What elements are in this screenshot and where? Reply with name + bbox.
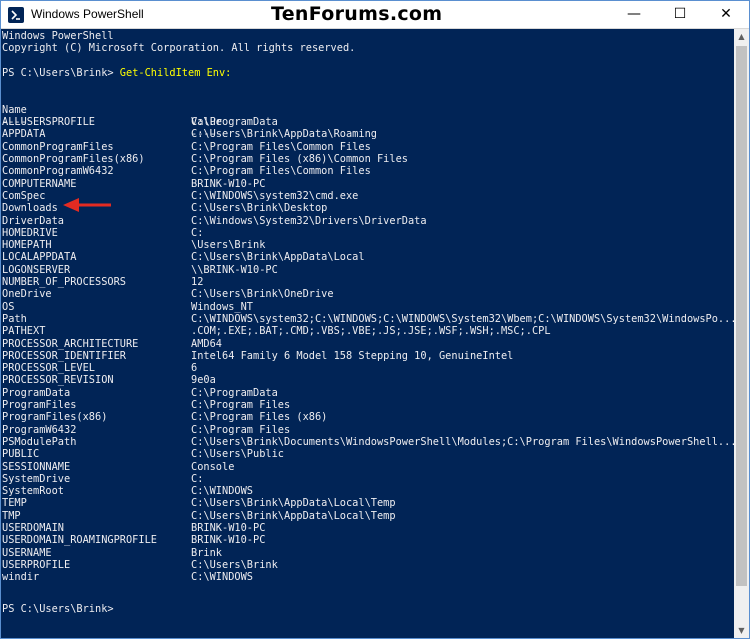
env-value: C:\Users\Public: [191, 448, 284, 461]
command-line: PS C:\Users\Brink> Get-ChildItem Env:: [2, 67, 231, 79]
close-button[interactable]: ✕: [703, 1, 749, 28]
env-name: CommonProgramW6432: [2, 165, 114, 178]
env-name: PATHEXT: [2, 325, 46, 338]
env-value: BRINK-W10-PC: [191, 177, 266, 190]
env-value: Windows_NT: [191, 300, 253, 313]
env-name: APPDATA: [2, 128, 46, 141]
env-value: C:: [191, 472, 204, 485]
maximize-button[interactable]: ☐: [657, 1, 703, 28]
env-value: C:\Users\Brink\AppData\Local: [191, 251, 365, 264]
env-value: C:\WINDOWS: [191, 485, 253, 498]
scroll-down-icon[interactable]: ▼: [734, 623, 749, 638]
env-name: ALLUSERSPROFILE: [2, 116, 95, 129]
powershell-window: Windows PowerShell TenForums.com — ☐ ✕ W…: [0, 0, 750, 639]
env-name: PROCESSOR_LEVEL: [2, 362, 95, 375]
watermark-logo: TenForums.com: [271, 3, 443, 25]
env-name: PSModulePath: [2, 435, 77, 448]
env-name: TEMP: [2, 497, 27, 510]
title-bar[interactable]: Windows PowerShell TenForums.com — ☐ ✕: [1, 1, 749, 29]
env-value: C:\WINDOWS: [191, 571, 253, 584]
env-name: HOMEDRIVE: [2, 226, 58, 239]
env-value: 6: [191, 362, 198, 375]
env-value: Intel64 Family 6 Model 158 Stepping 10, …: [191, 349, 514, 362]
minimize-button[interactable]: —: [611, 1, 657, 28]
env-name: PROCESSOR_REVISION: [2, 374, 114, 387]
console-output[interactable]: Windows PowerShell Copyright (C) Microso…: [2, 29, 734, 637]
env-value: BRINK-W10-PC: [191, 522, 266, 534]
env-value: C:\Users\Brink: [191, 558, 278, 571]
env-name: SystemDrive: [2, 472, 71, 485]
env-value: 12: [191, 276, 204, 288]
env-value: C:\Users\Brink\Documents\WindowsPowerShe…: [191, 435, 734, 448]
env-value: C:\Users\Brink\AppData\Local\Temp: [191, 509, 396, 522]
env-name: DriverData: [2, 214, 64, 227]
window-title: Windows PowerShell: [31, 7, 144, 21]
env-value: C:\Users\Brink\OneDrive: [191, 288, 334, 301]
env-value: C:\Program Files (x86): [191, 411, 328, 424]
env-value: C:\WINDOWS\system32\cmd.exe: [191, 189, 359, 202]
env-value: \Users\Brink: [191, 239, 266, 252]
column-header-row: Name Value: [2, 92, 222, 128]
env-value: AMD64: [191, 337, 222, 350]
env-value: C:\ProgramData: [191, 386, 278, 399]
env-name: USERDOMAIN: [2, 522, 64, 534]
env-name: COMPUTERNAME: [2, 177, 77, 190]
env-name: ProgramData: [2, 386, 71, 399]
console-header-line: Copyright (C) Microsoft Corporation. All…: [2, 42, 356, 55]
env-value: C:\Program Files\Common Files: [191, 140, 371, 153]
env-name: OS: [2, 300, 15, 313]
env-value: \\BRINK-W10-PC: [191, 263, 278, 276]
env-name: USERDOMAIN_ROAMINGPROFILE: [2, 534, 157, 547]
env-name: LOCALAPPDATA: [2, 251, 77, 264]
env-value: Console: [191, 460, 235, 473]
powershell-icon[interactable]: [8, 7, 24, 23]
env-name: windir: [2, 571, 40, 584]
console-header-line: Windows PowerShell: [2, 30, 114, 42]
env-value: C:\Program Files: [191, 423, 291, 436]
env-value: C:\Users\Brink\Desktop: [191, 202, 328, 215]
env-value: C:\WINDOWS\system32;C:\WINDOWS;C:\WINDOW…: [191, 312, 734, 325]
env-value: C:\Users\Brink\AppData\Roaming: [191, 128, 377, 141]
env-value: C:\Windows\System32\Drivers\DriverData: [191, 214, 427, 227]
scroll-up-icon[interactable]: ▲: [734, 29, 749, 44]
env-name: LOGONSERVER: [2, 263, 71, 276]
command-text: Get-ChildItem Env:: [119, 66, 232, 79]
prompt: PS C:\Users\Brink>: [2, 66, 120, 79]
env-name: Downloads: [2, 202, 58, 215]
env-value: C:\Program Files: [191, 399, 291, 411]
env-name: HOMEPATH: [2, 239, 52, 252]
env-value: .COM;.EXE;.BAT;.CMD;.VBS;.VBE;.JS;.JSE;.…: [191, 325, 551, 338]
env-name: USERPROFILE: [2, 558, 71, 571]
env-value: Brink: [191, 546, 222, 559]
column-rule-row: ---- -----: [2, 104, 222, 140]
env-name: ProgramFiles(x86): [2, 411, 108, 424]
env-name: PROCESSOR_IDENTIFIER: [2, 349, 126, 362]
env-value: BRINK-W10-PC: [191, 534, 266, 547]
env-name: PUBLIC: [2, 448, 40, 461]
env-value: C:: [191, 226, 204, 239]
env-name: Path: [2, 312, 27, 325]
final-prompt: PS C:\Users\Brink>: [2, 603, 114, 616]
env-name: ComSpec: [2, 189, 46, 202]
env-name: CommonProgramFiles(x86): [2, 153, 145, 165]
env-name: SystemRoot: [2, 485, 64, 498]
env-name: ProgramW6432: [2, 423, 77, 436]
env-value: 9e0a: [191, 374, 216, 387]
env-value: C:\Program Files (x86)\Common Files: [191, 153, 408, 165]
env-name: ProgramFiles: [2, 399, 77, 411]
env-name: SESSIONNAME: [2, 460, 71, 473]
env-name: TMP: [2, 509, 21, 522]
scroll-thumb[interactable]: [736, 46, 747, 586]
env-name: NUMBER_OF_PROCESSORS: [2, 276, 126, 288]
env-value: C:\Program Files\Common Files: [191, 165, 371, 178]
env-value: C:\ProgramData: [191, 116, 278, 129]
env-value: C:\Users\Brink\AppData\Local\Temp: [191, 497, 396, 510]
env-name: CommonProgramFiles: [2, 140, 114, 153]
env-name: USERNAME: [2, 546, 52, 559]
env-name: OneDrive: [2, 288, 52, 301]
vertical-scrollbar[interactable]: ▲ ▼: [734, 29, 749, 638]
env-name: PROCESSOR_ARCHITECTURE: [2, 337, 139, 350]
red-arrow-icon: [63, 198, 111, 212]
